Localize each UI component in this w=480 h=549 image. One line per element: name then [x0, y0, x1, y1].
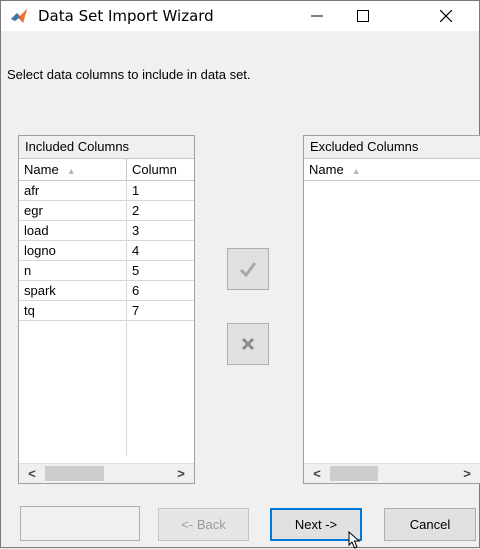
close-icon [440, 10, 452, 22]
name-column-header[interactable]: Name ▲ [19, 159, 127, 180]
table-row[interactable]: load 3 [19, 221, 194, 241]
row-column: 4 [132, 243, 140, 258]
window-title: Data Set Import Wizard [38, 7, 214, 25]
wizard-window: Data Set Import Wizard Select data colum… [0, 0, 480, 549]
maximize-icon [357, 10, 369, 22]
table-row[interactable]: afr 1 [19, 181, 194, 201]
table-row[interactable]: n5 [19, 261, 194, 281]
checkmark-icon [239, 262, 257, 277]
title-bar: Data Set Import Wizard [1, 1, 479, 31]
included-rows: afr 1 egr 2 load 3 logno 4 n5 spark 6 tq 7 [19, 181, 194, 321]
row-column: 6 [132, 283, 140, 298]
included-header-row: Name ▲ Column [19, 159, 194, 181]
row-column: 3 [132, 223, 140, 238]
matlab-logo-icon [11, 9, 27, 23]
table-row[interactable]: egr 2 [19, 201, 194, 221]
row-name: load [19, 221, 127, 240]
minimize-button[interactable] [294, 1, 340, 31]
row-name: egr [19, 201, 127, 220]
column-divider [126, 316, 127, 456]
scroll-left-arrow[interactable]: < [306, 464, 328, 483]
status-field [20, 506, 140, 541]
back-button[interactable]: <- Back [158, 508, 249, 541]
sort-ascending-icon: ▲ [351, 166, 361, 176]
row-column: 1 [132, 183, 140, 198]
include-button[interactable] [227, 248, 269, 290]
x-icon [241, 337, 255, 351]
cancel-button[interactable]: Cancel [384, 508, 476, 541]
sort-ascending-icon: ▲ [66, 166, 76, 176]
included-columns-title: Included Columns [19, 136, 194, 159]
excluded-columns-table[interactable]: Excluded Columns Name ▲ < > [303, 135, 480, 484]
excluded-columns-title: Excluded Columns [304, 136, 480, 159]
row-column: 2 [132, 203, 140, 218]
scroll-right-arrow[interactable]: > [170, 464, 192, 483]
close-button[interactable] [423, 1, 469, 31]
excluded-horizontal-scrollbar[interactable]: < > [304, 463, 480, 483]
scroll-thumb[interactable] [45, 466, 104, 481]
row-column: 5 [132, 263, 140, 278]
table-row[interactable]: spark 6 [19, 281, 194, 301]
included-horizontal-scrollbar[interactable]: < > [19, 463, 194, 483]
row-name: logno [19, 241, 127, 260]
scroll-right-arrow[interactable]: > [456, 464, 478, 483]
table-row[interactable]: tq 7 [19, 301, 194, 321]
included-columns-table[interactable]: Included Columns Name ▲ Column afr 1 egr 2 … [18, 135, 195, 484]
scroll-thumb[interactable] [330, 466, 378, 481]
name-header-label: Name [309, 162, 344, 177]
mouse-cursor-icon [348, 531, 361, 549]
excluded-header-row: Name ▲ [304, 159, 480, 181]
column-column-header[interactable]: Column [127, 159, 194, 180]
name-header-label: Name [24, 162, 59, 177]
minimize-icon [311, 15, 323, 17]
scroll-left-arrow[interactable]: < [21, 464, 43, 483]
table-row[interactable]: logno 4 [19, 241, 194, 261]
instruction-text: Select data columns to include in data s… [7, 67, 251, 82]
row-name: spark [19, 281, 127, 300]
name-column-header[interactable]: Name ▲ [304, 159, 480, 180]
exclude-button[interactable] [227, 323, 269, 365]
row-column: 7 [132, 303, 140, 318]
row-name: afr [19, 181, 127, 200]
row-name: n [19, 261, 127, 280]
maximize-button[interactable] [340, 1, 386, 31]
row-name: tq [19, 301, 127, 320]
